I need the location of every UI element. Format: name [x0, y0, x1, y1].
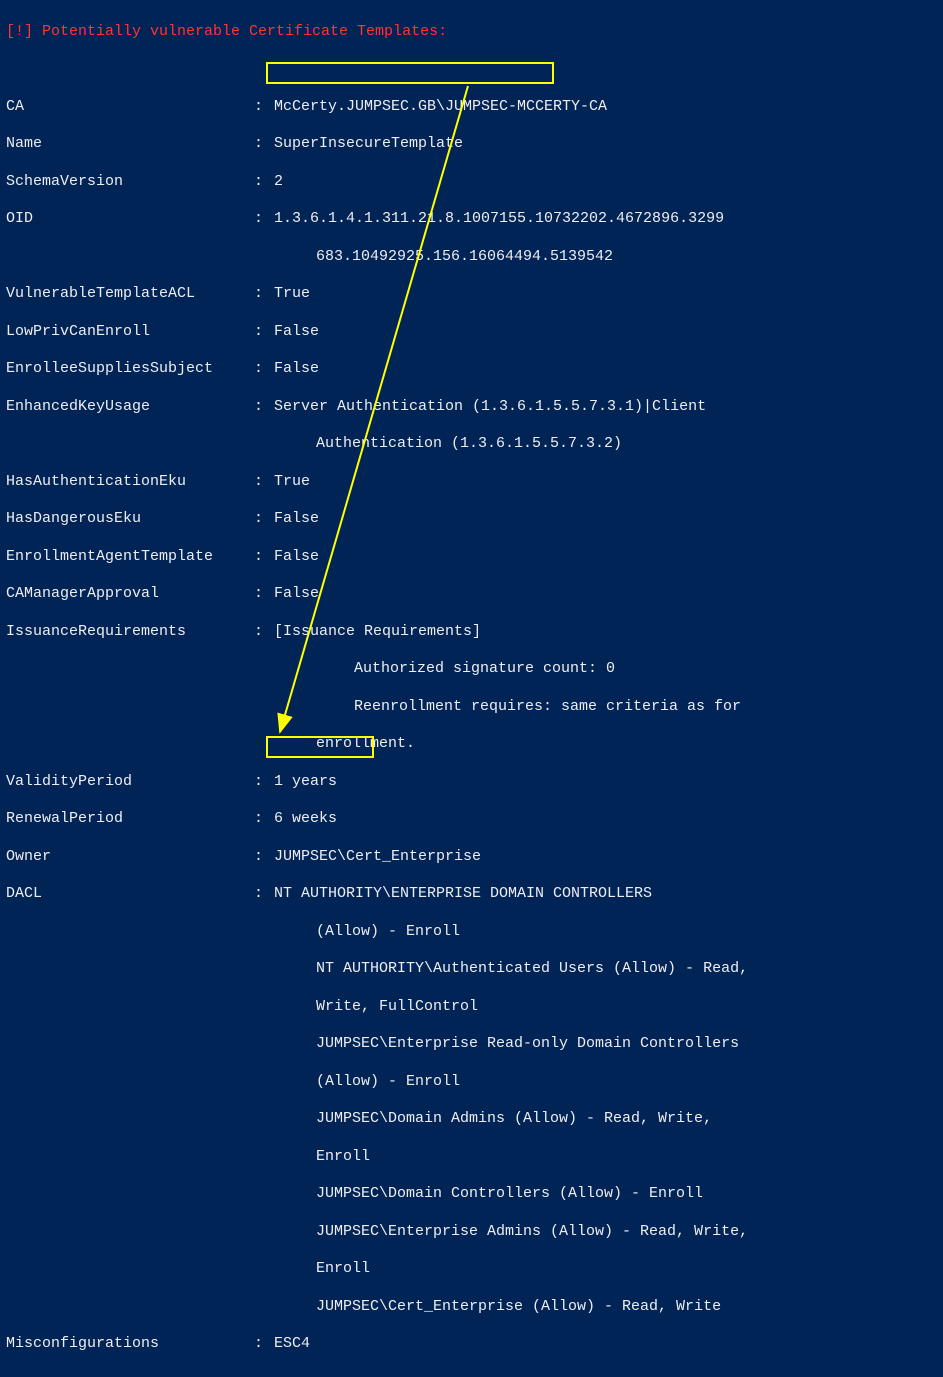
key-hasdang: HasDangerousEku: [6, 510, 254, 529]
key-misc: Misconfigurations: [6, 1335, 254, 1354]
colon: :: [254, 885, 274, 904]
row-camgr: CAManagerApproval: False: [6, 585, 937, 604]
blank-line: [6, 60, 937, 79]
colon: :: [254, 473, 274, 492]
val-eat: False: [274, 548, 319, 567]
val-dacl12: JUMPSEC\Cert_Enterprise (Allow) - Read, …: [6, 1298, 937, 1317]
key-renew: RenewalPeriod: [6, 810, 254, 829]
colon: :: [254, 98, 274, 117]
colon: :: [254, 623, 274, 642]
row-schema: SchemaVersion: 2: [6, 173, 937, 192]
val-ireq4: enrollment.: [6, 735, 937, 754]
val-dacl11: Enroll: [6, 1260, 937, 1279]
val-vtacl: True: [274, 285, 310, 304]
val-ess: False: [274, 360, 319, 379]
row-oid: OID: 1.3.6.1.4.1.311.21.8.1007155.107322…: [6, 210, 937, 229]
colon: :: [254, 323, 274, 342]
key-valid: ValidityPeriod: [6, 773, 254, 792]
row-misc: Misconfigurations: ESC4: [6, 1335, 937, 1354]
val-hasdang: False: [274, 510, 319, 529]
key-oid: OID: [6, 210, 254, 229]
val-ireq3: Reenrollment requires: same criteria as …: [6, 698, 937, 717]
row-ca: CA: McCerty.JUMPSEC.GB\JUMPSEC-MCCERTY-C…: [6, 98, 937, 117]
key-owner: Owner: [6, 848, 254, 867]
colon: :: [254, 360, 274, 379]
row-ess: EnrolleeSuppliesSubject: False: [6, 360, 937, 379]
val-hasauth: True: [274, 473, 310, 492]
key-eku: EnhancedKeyUsage: [6, 398, 254, 417]
row-lowpriv: LowPrivCanEnroll: False: [6, 323, 937, 342]
colon: :: [254, 1335, 274, 1354]
terminal-output: [!] Potentially vulnerable Certificate T…: [0, 0, 943, 1377]
row-ireq: IssuanceRequirements: [Issuance Requirem…: [6, 623, 937, 642]
val-dacl3: NT AUTHORITY\Authenticated Users (Allow)…: [6, 960, 937, 979]
val-dacl1: NT AUTHORITY\ENTERPRISE DOMAIN CONTROLLE…: [274, 885, 652, 904]
val-dacl10: JUMPSEC\Enterprise Admins (Allow) - Read…: [6, 1223, 937, 1242]
key-eat: EnrollmentAgentTemplate: [6, 548, 254, 567]
val-misc: ESC4: [274, 1335, 310, 1354]
colon: :: [254, 848, 274, 867]
val-camgr: False: [274, 585, 319, 604]
row-dacl: DACL: NT AUTHORITY\ENTERPRISE DOMAIN CON…: [6, 885, 937, 904]
val-dacl2: (Allow) - Enroll: [6, 923, 937, 942]
val-ca: McCerty.JUMPSEC.GB\JUMPSEC-MCCERTY-CA: [274, 98, 607, 117]
colon: :: [254, 510, 274, 529]
row-eat: EnrollmentAgentTemplate: False: [6, 548, 937, 567]
val-dacl9: JUMPSEC\Domain Controllers (Allow) - Enr…: [6, 1185, 937, 1204]
val-schema: 2: [274, 173, 283, 192]
colon: :: [254, 135, 274, 154]
val-ireq1: [Issuance Requirements]: [274, 623, 481, 642]
key-ca: CA: [6, 98, 254, 117]
row-valid: ValidityPeriod: 1 years: [6, 773, 937, 792]
key-ireq: IssuanceRequirements: [6, 623, 254, 642]
key-ess: EnrolleeSuppliesSubject: [6, 360, 254, 379]
val-eku2: Authentication (1.3.6.1.5.5.7.3.2): [6, 435, 937, 454]
row-vtacl: VulnerableTemplateACL: True: [6, 285, 937, 304]
key-hasauth: HasAuthenticationEku: [6, 473, 254, 492]
colon: :: [254, 210, 274, 229]
warning-header: [!] Potentially vulnerable Certificate T…: [6, 23, 937, 42]
key-dacl: DACL: [6, 885, 254, 904]
val-renew: 6 weeks: [274, 810, 337, 829]
key-lowpriv: LowPrivCanEnroll: [6, 323, 254, 342]
colon: :: [254, 548, 274, 567]
val-owner: JUMPSEC\Cert_Enterprise: [274, 848, 481, 867]
val-lowpriv: False: [274, 323, 319, 342]
row-name: Name: SuperInsecureTemplate: [6, 135, 937, 154]
val-ireq2: Authorized signature count: 0: [6, 660, 937, 679]
row-owner: Owner: JUMPSEC\Cert_Enterprise: [6, 848, 937, 867]
val-valid: 1 years: [274, 773, 337, 792]
val-dacl6: (Allow) - Enroll: [6, 1073, 937, 1092]
val-oid2: 683.10492925.156.16064494.5139542: [6, 248, 937, 267]
row-renew: RenewalPeriod: 6 weeks: [6, 810, 937, 829]
row-eku: EnhancedKeyUsage: Server Authentication …: [6, 398, 937, 417]
key-name: Name: [6, 135, 254, 154]
row-hasauth: HasAuthenticationEku: True: [6, 473, 937, 492]
colon: :: [254, 398, 274, 417]
val-dacl8: Enroll: [6, 1148, 937, 1167]
key-camgr: CAManagerApproval: [6, 585, 254, 604]
row-hasdang: HasDangerousEku: False: [6, 510, 937, 529]
colon: :: [254, 773, 274, 792]
val-dacl4: Write, FullControl: [6, 998, 937, 1017]
colon: :: [254, 173, 274, 192]
val-dacl5: JUMPSEC\Enterprise Read-only Domain Cont…: [6, 1035, 937, 1054]
colon: :: [254, 285, 274, 304]
colon: :: [254, 810, 274, 829]
val-eku1: Server Authentication (1.3.6.1.5.5.7.3.1…: [274, 398, 706, 417]
val-name: SuperInsecureTemplate: [274, 135, 463, 154]
key-vtacl: VulnerableTemplateACL: [6, 285, 254, 304]
colon: :: [254, 585, 274, 604]
val-dacl7: JUMPSEC\Domain Admins (Allow) - Read, Wr…: [6, 1110, 937, 1129]
key-schema: SchemaVersion: [6, 173, 254, 192]
val-oid1: 1.3.6.1.4.1.311.21.8.1007155.10732202.46…: [274, 210, 724, 229]
